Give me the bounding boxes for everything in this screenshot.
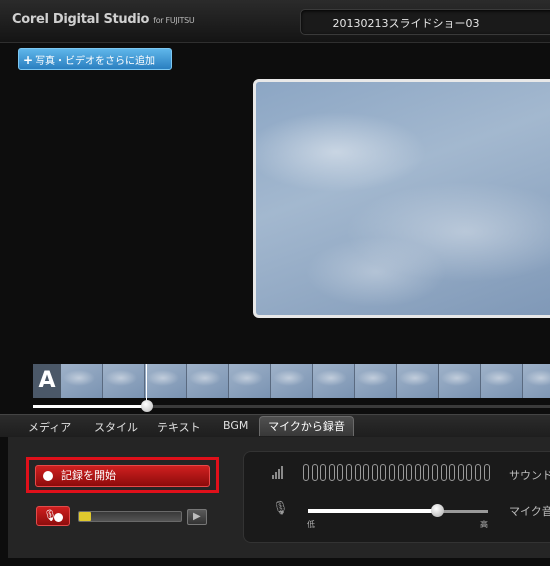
meter-segment [475, 464, 481, 481]
tab-bgm[interactable]: BGM [223, 419, 248, 432]
title-bar: Corel Digital Studio for FUJITSU 20130213… [0, 0, 550, 43]
meter-segment [346, 464, 352, 481]
preview-image [253, 79, 550, 318]
mic-volume-fill [308, 509, 438, 513]
volume-low-label: 低 [307, 520, 315, 529]
meter-segment [466, 464, 473, 481]
start-recording-button[interactable]: 記録を開始 [35, 465, 210, 487]
timeline-thumbnail[interactable] [61, 364, 103, 398]
meter-segment [303, 464, 309, 481]
tab-media[interactable]: メディア [28, 419, 71, 435]
app-title-suffix: for FUJITSU [153, 16, 195, 25]
meter-segment [397, 464, 404, 481]
sound-level-meter [303, 464, 493, 483]
sound-label: サウンド [509, 469, 550, 482]
scrub-handle[interactable] [140, 400, 153, 412]
timeline-thumbnail[interactable] [481, 364, 523, 398]
meter-segment [440, 464, 447, 481]
meter-segment [320, 464, 327, 481]
timeline-thumbnail[interactable] [271, 364, 313, 398]
mic-record-button[interactable]: 🎙 [36, 506, 70, 526]
meter-segment [363, 464, 370, 481]
timeline-strip[interactable]: A [33, 364, 550, 398]
timeline-thumbnail[interactable] [523, 364, 550, 398]
meter-segment [432, 464, 438, 481]
timeline-thumbnail[interactable] [355, 364, 397, 398]
timeline-thumbnail[interactable] [103, 364, 145, 398]
timeline-thumbnail[interactable] [439, 364, 481, 398]
meter-segment [311, 464, 318, 481]
meter-segment [371, 464, 378, 481]
timeline-thumbnail[interactable] [145, 364, 187, 398]
meter-segment [449, 464, 456, 481]
input-level-fill [79, 512, 92, 521]
meter-segment [389, 464, 395, 481]
project-name-box[interactable]: 20130213スライドショー03 [300, 9, 550, 35]
meter-segment [337, 464, 344, 481]
tab-mic-record[interactable]: マイクから録音 [259, 416, 354, 436]
record-dot-icon [43, 471, 53, 481]
title-clip-icon[interactable]: A [33, 364, 61, 398]
meter-segment [328, 464, 335, 481]
play-icon: ▶ [193, 511, 201, 522]
app-window: Corel Digital Studio for FUJITSU 20130213… [0, 0, 550, 566]
meter-segment [423, 464, 430, 481]
meter-segment [354, 464, 361, 481]
timeline-playhead [145, 364, 147, 404]
timeline-thumbnail[interactable] [229, 364, 271, 398]
tab-text[interactable]: テキスト [157, 419, 201, 435]
meter-segment [406, 464, 413, 481]
timeline-thumbnail[interactable] [397, 364, 439, 398]
signal-bars-icon [272, 465, 286, 479]
tab-style[interactable]: スタイル [94, 419, 138, 435]
timeline-thumbnail[interactable] [313, 364, 355, 398]
input-level-bar [78, 511, 182, 522]
volume-high-label: 高 [480, 520, 488, 529]
meter-segment [380, 464, 387, 481]
mic-record-dot [54, 513, 63, 522]
mic-volume-handle[interactable] [430, 504, 444, 517]
mic-volume-label: マイク音 [509, 505, 550, 518]
scrub-progress [33, 405, 147, 408]
start-recording-label: 記録を開始 [61, 469, 116, 482]
meter-segment [483, 464, 490, 481]
meter-segment [457, 464, 464, 481]
play-button[interactable]: ▶ [187, 509, 207, 525]
app-title-text: Corel Digital Studio [12, 12, 150, 27]
meter-segment [414, 464, 421, 481]
project-name[interactable]: 20130213スライドショー03 [301, 15, 511, 31]
add-media-label: 写真・ビデオをさらに追加 [35, 56, 156, 67]
plus-icon: + [23, 53, 34, 67]
app-title: Corel Digital Studio for FUJITSU [12, 12, 195, 27]
microphone-icon: 🎙 [272, 501, 289, 516]
timeline-thumbnail[interactable] [187, 364, 229, 398]
add-media-button[interactable]: + 写真・ビデオをさらに追加 [18, 48, 172, 70]
